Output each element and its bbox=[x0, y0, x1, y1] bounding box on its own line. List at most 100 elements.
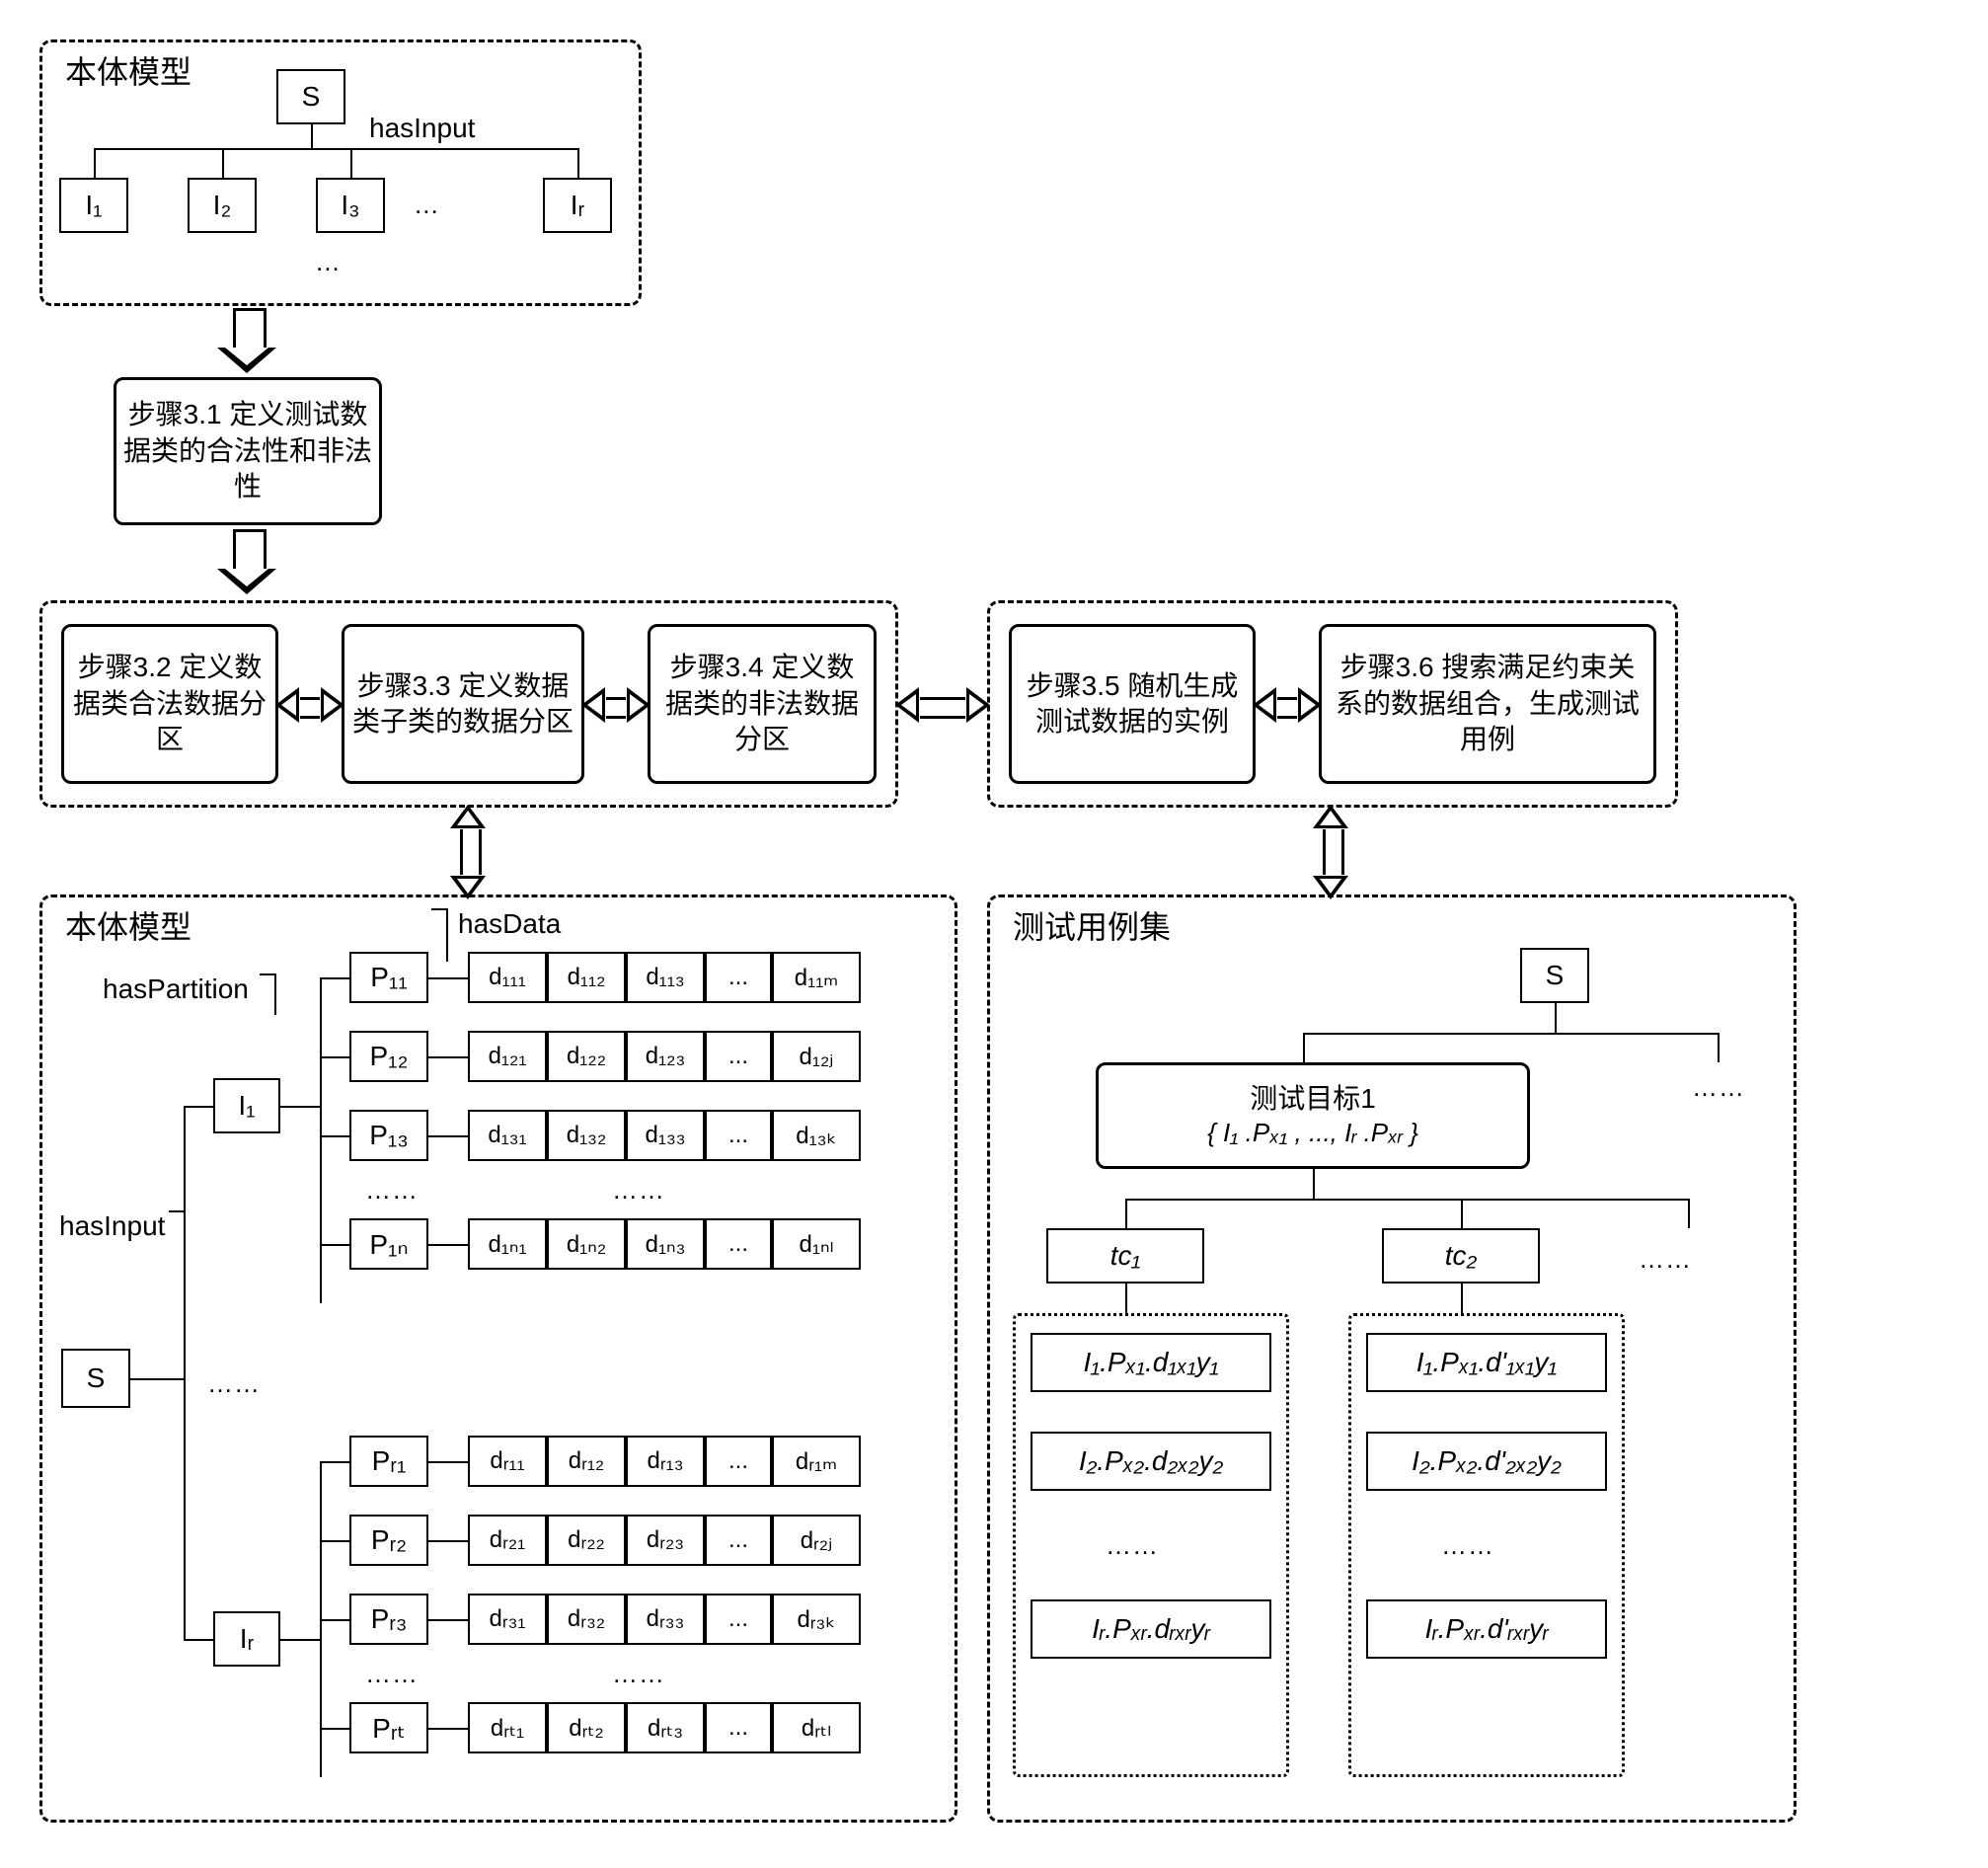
d133: d₁₃₃ bbox=[626, 1110, 705, 1161]
connector bbox=[320, 977, 322, 1303]
step-3-5: 步骤3.5 随机生成测试数据的实例 bbox=[1009, 624, 1256, 784]
input-ellipsis: …… bbox=[207, 1368, 261, 1399]
d123: d₁₂₃ bbox=[626, 1031, 705, 1082]
top-ontology-root-S: S bbox=[276, 69, 345, 124]
connector bbox=[94, 148, 577, 150]
dr32: dᵣ₃₂ bbox=[547, 1594, 626, 1645]
P13: P₁₃ bbox=[349, 1110, 428, 1161]
connector bbox=[169, 1210, 184, 1212]
connector bbox=[280, 1106, 320, 1108]
connector bbox=[1125, 1199, 1688, 1201]
connector bbox=[320, 1728, 349, 1730]
connector bbox=[130, 1378, 184, 1380]
Pr1: Pᵣ₁ bbox=[349, 1436, 428, 1487]
dr23: dᵣ₂₃ bbox=[626, 1515, 705, 1566]
connector bbox=[184, 1106, 186, 1639]
connector bbox=[320, 1619, 349, 1621]
diagram-canvas: 本体模型 S hasInput I₁ I₂ I₃ ... Iᵣ ... 步骤3.… bbox=[20, 20, 1988, 1848]
connector bbox=[1303, 1033, 1305, 1062]
d112: d₁₁₂ bbox=[547, 952, 626, 1003]
hasInput-label-bottom: hasInput bbox=[55, 1210, 169, 1242]
connector bbox=[222, 148, 224, 178]
connector bbox=[431, 908, 446, 910]
connector bbox=[184, 1639, 213, 1641]
hasInput-label-top: hasInput bbox=[365, 113, 479, 144]
d111: d₁₁₁ bbox=[468, 952, 547, 1003]
connector bbox=[350, 148, 352, 178]
connector bbox=[320, 1461, 349, 1463]
dr21: dᵣ₂₁ bbox=[468, 1515, 547, 1566]
testcase-title: 测试用例集 bbox=[1007, 902, 1177, 948]
connector bbox=[320, 1244, 349, 1246]
d13-ell: ... bbox=[705, 1110, 772, 1161]
Pr2: Pᵣ₂ bbox=[349, 1515, 428, 1566]
P11: P₁₁ bbox=[349, 952, 428, 1003]
d1n2: d₁ₙ₂ bbox=[547, 1218, 626, 1270]
d1-ellipsis: …… bbox=[612, 1175, 665, 1206]
I3-top: I₃ bbox=[316, 178, 385, 233]
Ir-top: Iᵣ bbox=[543, 178, 612, 233]
connector bbox=[280, 1639, 320, 1641]
dr22: dᵣ₂₂ bbox=[547, 1515, 626, 1566]
arrow-rightgroup-testcases bbox=[1313, 810, 1348, 895]
step-3-6: 步骤3.6 搜索满足约束关系的数据组合，生成测试用例 bbox=[1319, 624, 1656, 784]
d1n3: d₁ₙ₃ bbox=[626, 1218, 705, 1270]
drtl: dᵣₜₗ bbox=[772, 1702, 861, 1753]
connector bbox=[428, 1461, 468, 1463]
connector bbox=[184, 1106, 213, 1108]
connector bbox=[94, 148, 96, 178]
dr3k: dᵣ₃ₖ bbox=[772, 1594, 861, 1645]
arrow-leftgroup-botontology bbox=[450, 810, 486, 895]
connector bbox=[428, 1619, 468, 1621]
P1n: P₁ₙ bbox=[349, 1218, 428, 1270]
top-ontology-title: 本体模型 bbox=[59, 47, 197, 93]
connector bbox=[1688, 1199, 1690, 1228]
dr1m: dᵣ₁ₘ bbox=[772, 1436, 861, 1487]
I2-top: I₂ bbox=[188, 178, 257, 233]
connector bbox=[320, 1056, 349, 1058]
tc2-ell: …… bbox=[1441, 1530, 1494, 1561]
drt2: dᵣₜ₂ bbox=[547, 1702, 626, 1753]
d11-ell: ... bbox=[705, 952, 772, 1003]
tc1-ell: …… bbox=[1106, 1530, 1159, 1561]
tc2: tc₂ bbox=[1382, 1228, 1540, 1284]
drt-ell: ... bbox=[705, 1702, 772, 1753]
d13k: d₁₃ₖ bbox=[772, 1110, 861, 1161]
connector bbox=[446, 908, 448, 962]
step-3-4: 步骤3.4 定义数据类的非法数据分区 bbox=[648, 624, 877, 784]
dr31: dᵣ₃₁ bbox=[468, 1594, 547, 1645]
d12j: d₁₂ⱼ bbox=[772, 1031, 861, 1082]
tc1: tc₁ bbox=[1046, 1228, 1204, 1284]
tc-ellipsis: …… bbox=[1639, 1244, 1692, 1275]
arrow-32-33 bbox=[280, 687, 340, 723]
tc2-r2: I₂.Pₓ₂.d'₂ₓ₂y₂ bbox=[1366, 1432, 1607, 1491]
dr12: dᵣ₁₂ bbox=[547, 1436, 626, 1487]
connector bbox=[1125, 1284, 1127, 1313]
tc1-r1: I₁.Pₓ₁.d₁ₓ₁y₁ bbox=[1031, 1333, 1271, 1392]
connector bbox=[428, 977, 468, 979]
dr3-ell: ... bbox=[705, 1594, 772, 1645]
dr1-ell: ... bbox=[705, 1436, 772, 1487]
hasPartition-label: hasPartition bbox=[99, 973, 253, 1005]
connector bbox=[1555, 1003, 1557, 1033]
bottom-I1: I₁ bbox=[213, 1078, 280, 1133]
I-bottom-ellipsis-top: ... bbox=[316, 247, 341, 277]
arrow-35-36 bbox=[1258, 687, 1317, 723]
d11m: d₁₁ₘ bbox=[772, 952, 861, 1003]
tc-root-S: S bbox=[1520, 948, 1589, 1003]
tc1-r2: I₂.Pₓ₂.d₂ₓ₂y₂ bbox=[1031, 1432, 1271, 1491]
dr-ellipsis: …… bbox=[612, 1659, 665, 1689]
dr2-ell: ... bbox=[705, 1515, 772, 1566]
tc1-rr: Iᵣ.Pₓᵣ.dᵣₓᵣyᵣ bbox=[1031, 1599, 1271, 1659]
connector bbox=[311, 124, 313, 148]
arrow-left-right-groups bbox=[900, 687, 985, 723]
dr2j: dᵣ₂ⱼ bbox=[772, 1515, 861, 1566]
bottom-ontology-title: 本体模型 bbox=[59, 902, 197, 948]
Pr3: Pᵣ₃ bbox=[349, 1594, 428, 1645]
step-3-3: 步骤3.3 定义数据类子类的数据分区 bbox=[342, 624, 584, 784]
dr33: dᵣ₃₃ bbox=[626, 1594, 705, 1645]
test-target-1: 测试目标1 { I₁ .Pₓ₁ , ..., Iᵣ .Pₓᵣ } bbox=[1096, 1062, 1530, 1169]
connector bbox=[428, 1135, 468, 1137]
p1-ellipsis: …… bbox=[365, 1175, 419, 1206]
I1-top: I₁ bbox=[59, 178, 128, 233]
